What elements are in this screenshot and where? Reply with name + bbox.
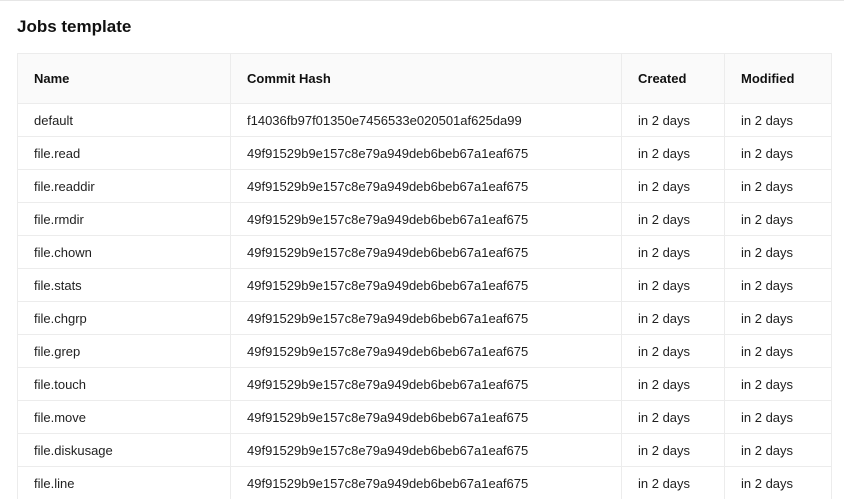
commit-hash-cell: 49f91529b9e157c8e79a949deb6beb67a1eaf675 [230,466,622,499]
column-header-name[interactable]: Name [17,53,231,104]
page: Jobs template Name Commit Hash Created M… [0,0,844,499]
modified-cell: in 2 days [724,202,832,236]
table-row[interactable]: file.line 49f91529b9e157c8e79a949deb6beb6… [17,466,832,499]
job-name-cell: file.chgrp [17,301,231,335]
table-body: default f14036fb97f01350e7456533e020501af… [17,103,832,499]
job-name-cell: file.line [17,466,231,499]
created-cell: in 2 days [621,268,725,302]
job-name-cell: file.grep [17,334,231,368]
commit-hash-cell: f14036fb97f01350e7456533e020501af625da99 [230,103,622,137]
modified-cell: in 2 days [724,433,832,467]
created-cell: in 2 days [621,400,725,434]
created-cell: in 2 days [621,334,725,368]
modified-cell: in 2 days [724,466,832,499]
table-row[interactable]: file.stats 49f91529b9e157c8e79a949deb6beb… [17,268,832,302]
commit-hash-cell: 49f91529b9e157c8e79a949deb6beb67a1eaf675 [230,433,622,467]
page-title: Jobs template [17,17,132,36]
job-name-cell: file.touch [17,367,231,401]
modified-cell: in 2 days [724,301,832,335]
table-row[interactable]: file.chgrp 49f91529b9e157c8e79a949deb6beb… [17,301,832,335]
commit-hash-cell: 49f91529b9e157c8e79a949deb6beb67a1eaf675 [230,169,622,203]
table-row[interactable]: file.touch 49f91529b9e157c8e79a949deb6beb… [17,367,832,401]
commit-hash-cell: 49f91529b9e157c8e79a949deb6beb67a1eaf675 [230,202,622,236]
commit-hash-cell: 49f91529b9e157c8e79a949deb6beb67a1eaf675 [230,400,622,434]
table-row[interactable]: default f14036fb97f01350e7456533e020501af… [17,103,832,137]
table-row[interactable]: file.read 49f91529b9e157c8e79a949deb6beb6… [17,136,832,170]
created-cell: in 2 days [621,235,725,269]
commit-hash-cell: 49f91529b9e157c8e79a949deb6beb67a1eaf675 [230,334,622,368]
table-row[interactable]: file.move 49f91529b9e157c8e79a949deb6beb6… [17,400,832,434]
table-row[interactable]: file.chown 49f91529b9e157c8e79a949deb6beb… [17,235,832,269]
commit-hash-cell: 49f91529b9e157c8e79a949deb6beb67a1eaf675 [230,301,622,335]
created-cell: in 2 days [621,136,725,170]
job-name-cell: file.rmdir [17,202,231,236]
job-name-cell: file.read [17,136,231,170]
created-cell: in 2 days [621,367,725,401]
commit-hash-cell: 49f91529b9e157c8e79a949deb6beb67a1eaf675 [230,367,622,401]
created-cell: in 2 days [621,301,725,335]
table-header-row: Name Commit Hash Created Modified [17,53,832,104]
commit-hash-cell: 49f91529b9e157c8e79a949deb6beb67a1eaf675 [230,136,622,170]
table-row[interactable]: file.grep 49f91529b9e157c8e79a949deb6beb6… [17,334,832,368]
commit-hash-cell: 49f91529b9e157c8e79a949deb6beb67a1eaf675 [230,235,622,269]
table-row[interactable]: file.diskusage 49f91529b9e157c8e79a949deb… [17,433,832,467]
modified-cell: in 2 days [724,334,832,368]
created-cell: in 2 days [621,202,725,236]
job-name-cell: file.move [17,400,231,434]
modified-cell: in 2 days [724,169,832,203]
table-row[interactable]: file.readdir 49f91529b9e157c8e79a949deb6b… [17,169,832,203]
column-header-commit-hash[interactable]: Commit Hash [230,53,622,104]
created-cell: in 2 days [621,169,725,203]
job-name-cell: file.diskusage [17,433,231,467]
job-name-cell: file.chown [17,235,231,269]
modified-cell: in 2 days [724,235,832,269]
modified-cell: in 2 days [724,136,832,170]
modified-cell: in 2 days [724,268,832,302]
table-row[interactable]: file.rmdir 49f91529b9e157c8e79a949deb6beb… [17,202,832,236]
jobs-table: Name Commit Hash Created Modified defaul… [17,53,832,499]
created-cell: in 2 days [621,433,725,467]
column-header-modified[interactable]: Modified [724,53,832,104]
created-cell: in 2 days [621,103,725,137]
modified-cell: in 2 days [724,103,832,137]
created-cell: in 2 days [621,466,725,499]
table-header: Name Commit Hash Created Modified [17,53,832,104]
job-name-cell: file.readdir [17,169,231,203]
modified-cell: in 2 days [724,400,832,434]
jobs-table-container: Name Commit Hash Created Modified defaul… [17,53,832,499]
modified-cell: in 2 days [724,367,832,401]
column-header-created[interactable]: Created [621,53,725,104]
commit-hash-cell: 49f91529b9e157c8e79a949deb6beb67a1eaf675 [230,268,622,302]
job-name-cell: default [17,103,231,137]
job-name-cell: file.stats [17,268,231,302]
